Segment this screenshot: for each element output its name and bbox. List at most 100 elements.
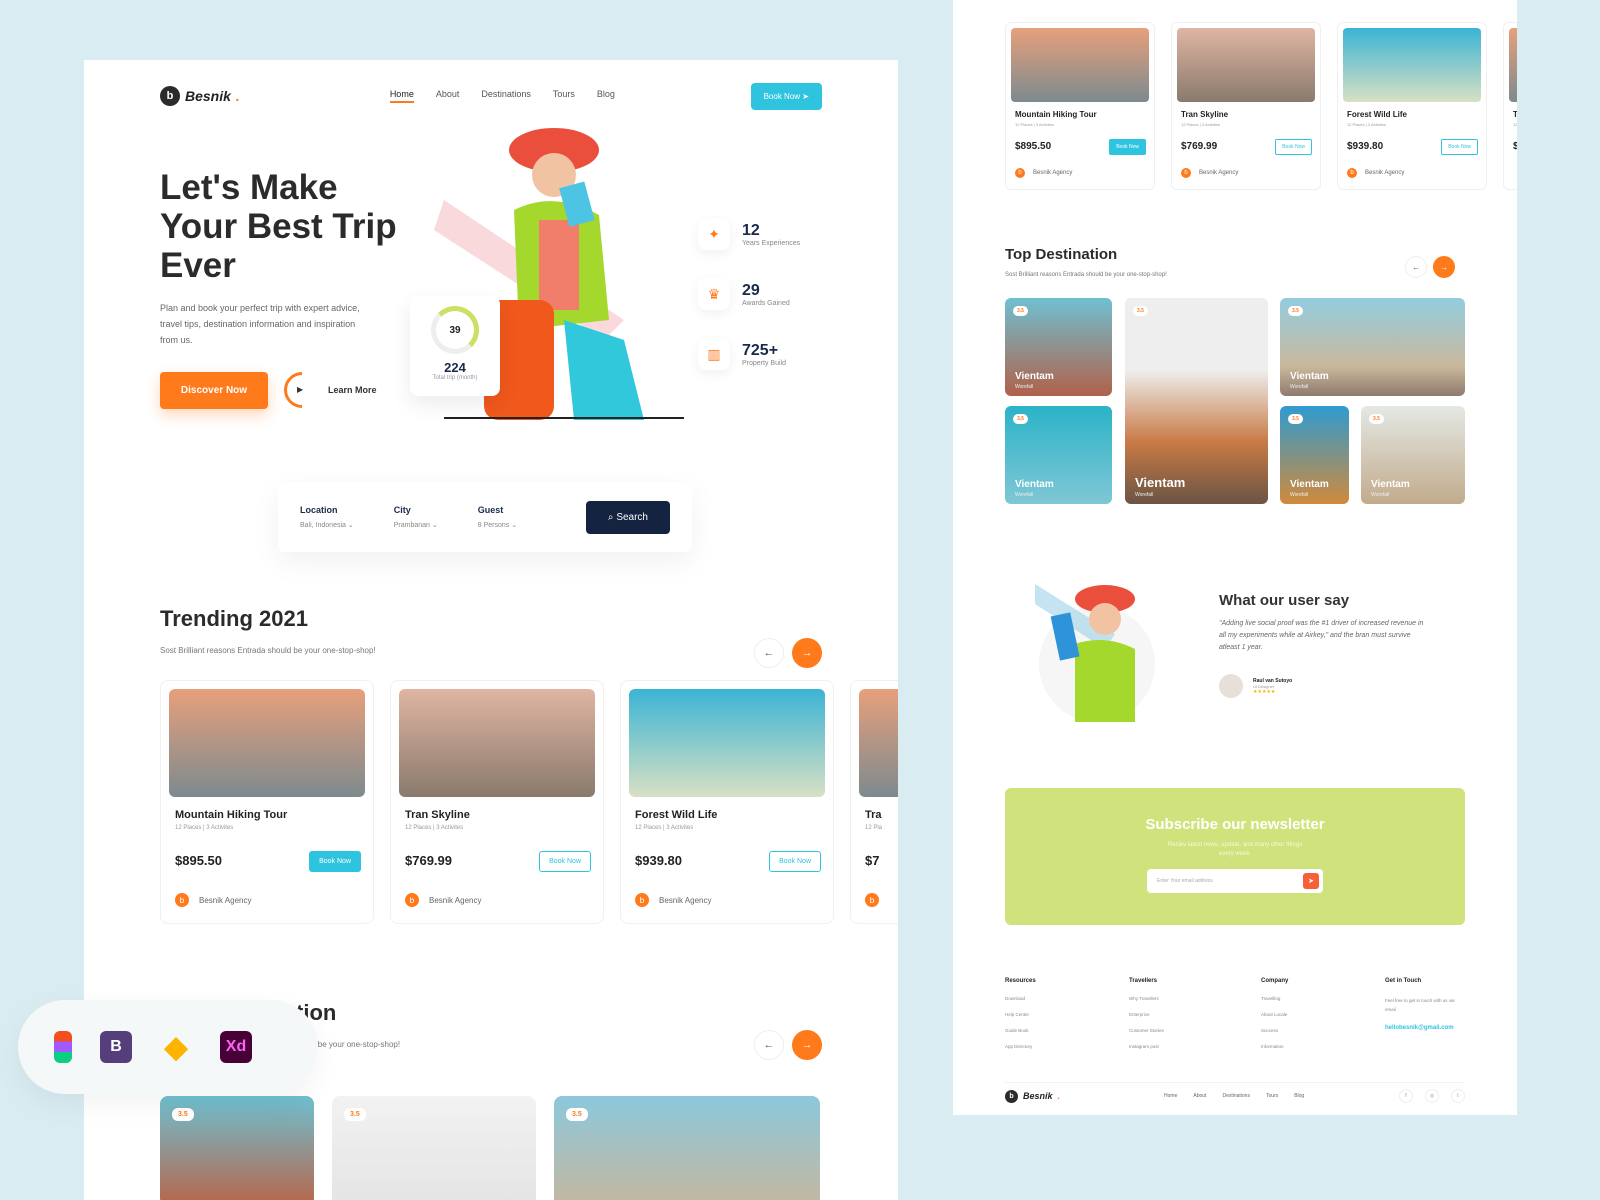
facebook-icon[interactable]: f: [1399, 1089, 1413, 1103]
testimonial-image: [1035, 584, 1155, 722]
tour-image: [169, 689, 365, 797]
agency-logo-icon: b: [635, 893, 649, 907]
hero-title: Let's Make Your Best Trip Ever: [160, 168, 397, 285]
destination-tile[interactable]: 3.5 Vientam Worefall: [1361, 406, 1465, 504]
destination-row: 3.5 3.5 3.5: [160, 1096, 820, 1200]
chevron-down-icon: ⌄: [511, 522, 518, 529]
nav-home[interactable]: Home: [389, 89, 414, 103]
send-icon[interactable]: ➤: [1303, 873, 1319, 889]
book-now-button[interactable]: Book Now ➤: [750, 82, 822, 110]
prev-arrow-button[interactable]: ←: [1405, 256, 1427, 278]
tour-card[interactable]: Tran Skyline 12 Places | 3 Activites $769.…: [1171, 22, 1321, 190]
destination-tile[interactable]: 3.5: [554, 1096, 820, 1200]
book-now-button[interactable]: Book Now: [1275, 139, 1312, 155]
footer-link[interactable]: About Locale: [1261, 1012, 1385, 1017]
city-select[interactable]: City Prambanan ⌄: [394, 505, 438, 529]
hero-description: Plan and book your perfect trip with exp…: [160, 303, 360, 345]
chevron-down-icon: ⌄: [431, 522, 438, 529]
learn-more-link[interactable]: Learn More: [328, 385, 377, 395]
tour-card[interactable]: Mountain Hiking Tour 12 Places | 3 Activi…: [160, 680, 374, 924]
destination-tile[interactable]: 3.5 Vientam Worefall: [1280, 298, 1465, 396]
tour-card[interactable]: Forest Wild Life 12 Places | 3 Activites $…: [1337, 22, 1487, 190]
prev-arrow-button[interactable]: ←: [754, 638, 784, 668]
agency-logo-icon: b: [1181, 168, 1191, 178]
footer-link[interactable]: Customer Stories: [1129, 1028, 1261, 1033]
book-now-button[interactable]: Book Now: [1109, 139, 1146, 155]
next-arrow-button[interactable]: →: [792, 1030, 822, 1060]
chevron-down-icon: ⌄: [347, 522, 354, 529]
footer-link[interactable]: Why Travellers: [1129, 996, 1261, 1001]
stat-awards: ♛ 29 Awards Gained: [698, 264, 800, 324]
xd-icon: Xd: [220, 1031, 252, 1063]
footer-link[interactable]: Download: [1005, 996, 1129, 1001]
search-bar: Location Bali, Indonesia ⌄ City Prambanan …: [278, 482, 692, 552]
logo[interactable]: b Besnik.: [160, 86, 240, 106]
twitter-icon[interactable]: t: [1451, 1089, 1465, 1103]
trending-cards-small: Mountain Hiking Tour 12 Places | 3 Activi…: [1005, 22, 1517, 190]
tour-card[interactable]: Tran Skyline 12 Places | 3 Activites $769.…: [390, 680, 604, 924]
footer-bar: b Besnik. Home About Destinations Tours B…: [1005, 1082, 1465, 1103]
destination-tile[interactable]: 3.5 Vientam Worefall: [1005, 298, 1112, 396]
guest-select[interactable]: Guest 8 Persons ⌄: [478, 505, 517, 529]
footer-link[interactable]: Enterprice: [1129, 1012, 1261, 1017]
progress-ring: 39: [431, 306, 479, 354]
footer-links: Resources Download Help Center Guide Book Ap…: [1005, 978, 1465, 1060]
tour-image: [859, 689, 898, 797]
destination-tile[interactable]: 3.5 Vientam Worefall: [1005, 406, 1112, 504]
footer-nav-home[interactable]: Home: [1164, 1093, 1177, 1099]
destination-tile-featured[interactable]: 3.5 Vientam Worefall: [1125, 298, 1268, 504]
logo-icon: b: [1005, 1089, 1018, 1103]
testimonial-title: What our user say: [1219, 592, 1350, 609]
destination-tile[interactable]: 3.5 Vientam Worefall: [1280, 406, 1349, 504]
book-now-button[interactable]: Book Now: [309, 851, 361, 872]
footer-link[interactable]: Travelling: [1261, 996, 1385, 1001]
agency-logo-icon: b: [1347, 168, 1357, 178]
tour-card[interactable]: Forest Wild Life 12 Places | 3 Activites $…: [620, 680, 834, 924]
nav-about[interactable]: About: [436, 89, 460, 103]
footer-link[interactable]: Help Center: [1005, 1012, 1129, 1017]
nav-destinations[interactable]: Destinations: [481, 89, 531, 103]
footer-link[interactable]: Guide Book: [1005, 1028, 1129, 1033]
agency-logo-icon: b: [405, 893, 419, 907]
discover-now-button[interactable]: Discover Now: [160, 372, 268, 409]
tour-card[interactable]: Tra12 Pla$7: [1503, 22, 1517, 190]
instagram-icon[interactable]: ◎: [1425, 1089, 1439, 1103]
tour-card[interactable]: Tra 12 Pla $7 b: [850, 680, 898, 924]
footer-nav-about[interactable]: About: [1193, 1093, 1206, 1099]
trending-cards: Mountain Hiking Tour 12 Places | 3 Activi…: [160, 680, 898, 924]
buildings-icon: ▥: [698, 338, 730, 370]
next-arrow-button[interactable]: →: [792, 638, 822, 668]
location-select[interactable]: Location Bali, Indonesia ⌄: [300, 505, 354, 529]
footer-link[interactable]: Success: [1261, 1028, 1385, 1033]
newsletter-text: Reciev latest news, update, and many oth…: [1167, 842, 1303, 857]
trending-subtitle: Sost Brilliant reasons Entrada should be…: [160, 646, 376, 655]
book-now-button[interactable]: Book Now: [1441, 139, 1478, 155]
book-now-button[interactable]: Book Now: [769, 851, 821, 872]
footer-nav-tours[interactable]: Tours: [1266, 1093, 1278, 1099]
search-button[interactable]: ⌕ Search: [585, 500, 670, 534]
next-arrow-button[interactable]: →: [1433, 256, 1455, 278]
footer-nav-blog[interactable]: Blog: [1294, 1093, 1304, 1099]
footer-link[interactable]: Information: [1261, 1044, 1385, 1049]
book-now-button[interactable]: Book Now: [539, 851, 591, 872]
landing-page-continued: Mountain Hiking Tour 12 Places | 3 Activi…: [953, 0, 1517, 1115]
destination-tile[interactable]: 3.5: [160, 1096, 314, 1200]
prev-arrow-button[interactable]: ←: [754, 1030, 784, 1060]
email-input[interactable]: Enter Your email address ➤: [1147, 869, 1323, 893]
author-avatar: [1219, 674, 1243, 698]
trending-title: Trending 2021: [160, 606, 308, 631]
nav-blog[interactable]: Blog: [597, 89, 615, 103]
logo-icon: b: [160, 86, 180, 106]
footer-link[interactable]: Instagram post: [1129, 1044, 1261, 1049]
contact-email-link[interactable]: hellobesnik@gmail.com: [1385, 1025, 1465, 1031]
destination-tile[interactable]: 3.5: [332, 1096, 536, 1200]
nav-tours[interactable]: Tours: [553, 89, 575, 103]
footer-nav-destinations[interactable]: Destinations: [1222, 1093, 1250, 1099]
newsletter-title: Subscribe our newsletter: [1145, 816, 1325, 833]
tour-card[interactable]: Mountain Hiking Tour 12 Places | 3 Activi…: [1005, 22, 1155, 190]
tour-image: [629, 689, 825, 797]
play-icon: ▶: [297, 385, 304, 394]
footer-link[interactable]: App Directory: [1005, 1044, 1129, 1049]
lightbulb-head-icon: ✦: [698, 218, 730, 250]
hero-stats: ✦ 12 Years Experiences ♛ 29 Awards Gained ▥ 7…: [698, 204, 800, 384]
